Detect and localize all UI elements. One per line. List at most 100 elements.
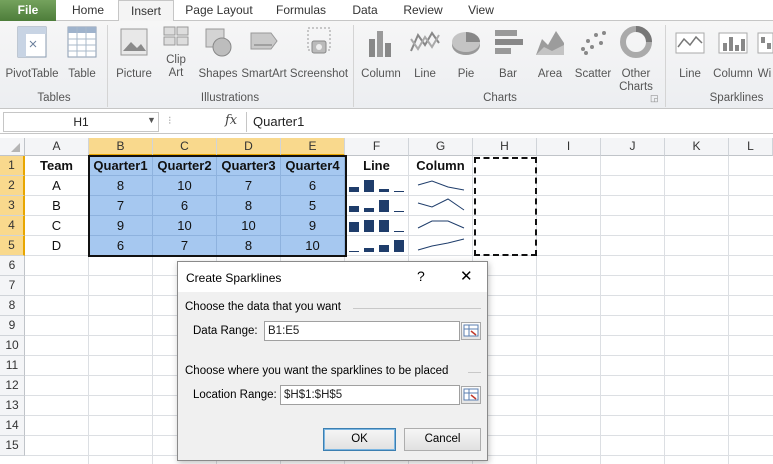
- location-range-input[interactable]: $H$1:$H$5: [280, 385, 460, 405]
- cell-c3[interactable]: 6: [153, 196, 217, 216]
- cell-d3[interactable]: 8: [217, 196, 281, 216]
- cell-e1[interactable]: Quarter4: [281, 156, 345, 176]
- column-header-i[interactable]: I: [537, 138, 601, 156]
- other-charts-icon: [616, 25, 656, 65]
- tab-formulas[interactable]: Formulas: [267, 0, 335, 21]
- column-header-e[interactable]: E: [281, 138, 345, 156]
- help-button[interactable]: ?: [417, 268, 425, 284]
- cell-e2[interactable]: 6: [281, 176, 345, 196]
- name-box[interactable]: H1: [3, 112, 159, 132]
- line-chart-icon: [405, 25, 445, 65]
- cell-e4[interactable]: 9: [281, 216, 345, 236]
- cell-a2[interactable]: A: [25, 176, 89, 196]
- cell-a3[interactable]: B: [25, 196, 89, 216]
- row-header-2[interactable]: 2: [0, 176, 25, 196]
- table-button[interactable]: Table: [62, 25, 102, 81]
- row-header-4[interactable]: 4: [0, 216, 25, 236]
- cell-b1[interactable]: Quarter1: [89, 156, 153, 176]
- column-header-l[interactable]: L: [729, 138, 773, 156]
- cell-c5[interactable]: 7: [153, 236, 217, 256]
- sparkline-bar: [349, 251, 359, 252]
- column-header-d[interactable]: D: [217, 138, 281, 156]
- row-header-6[interactable]: 6: [0, 256, 25, 276]
- formula-input[interactable]: Quarter1: [246, 112, 771, 132]
- cell-c1[interactable]: Quarter2: [153, 156, 217, 176]
- sparkline-column-button[interactable]: Column: [711, 25, 755, 81]
- column-header-g[interactable]: G: [409, 138, 473, 156]
- cell-g1[interactable]: Column: [409, 156, 473, 176]
- cancel-button[interactable]: Cancel: [404, 428, 481, 451]
- data-range-input[interactable]: B1:E5: [264, 321, 460, 341]
- row-header-5[interactable]: 5: [0, 236, 25, 256]
- line-chart-button[interactable]: Line: [405, 25, 445, 81]
- tab-home[interactable]: Home: [60, 0, 116, 21]
- scatter-chart-button[interactable]: Scatter: [570, 25, 616, 81]
- row-header-7[interactable]: 7: [0, 276, 25, 296]
- row-header-14[interactable]: 14: [0, 416, 25, 436]
- chevron-down-icon[interactable]: ▼: [147, 115, 156, 125]
- row-header-10[interactable]: 10: [0, 336, 25, 356]
- clipart-button[interactable]: Clip Art: [158, 25, 194, 80]
- group-separator: [107, 25, 108, 107]
- line-chart-label: Line: [414, 68, 436, 80]
- bar-chart-button[interactable]: Bar: [488, 25, 528, 81]
- cell-b5[interactable]: 6: [89, 236, 153, 256]
- cell-d5[interactable]: 8: [217, 236, 281, 256]
- sparkline-line-button[interactable]: Line: [670, 25, 710, 81]
- cell-b3[interactable]: 7: [89, 196, 153, 216]
- insert-function-button[interactable]: fx: [225, 113, 237, 128]
- row-header-11[interactable]: 11: [0, 356, 25, 376]
- screenshot-button[interactable]: Screenshot: [288, 25, 350, 81]
- other-charts-button[interactable]: Other Charts: [616, 25, 656, 94]
- tab-page-layout[interactable]: Page Layout: [177, 0, 261, 21]
- cell-e5[interactable]: 10: [281, 236, 345, 256]
- cell-a5[interactable]: D: [25, 236, 89, 256]
- sparkline-winloss-button[interactable]: Wi: [756, 25, 773, 81]
- row-header-9[interactable]: 9: [0, 316, 25, 336]
- cell-f1[interactable]: Line: [345, 156, 409, 176]
- cell-b4[interactable]: 9: [89, 216, 153, 236]
- column-header-c[interactable]: C: [153, 138, 217, 156]
- close-icon[interactable]: ✕: [460, 267, 473, 285]
- column-header-b[interactable]: B: [89, 138, 153, 156]
- cell-c2[interactable]: 10: [153, 176, 217, 196]
- row-header-8[interactable]: 8: [0, 296, 25, 316]
- area-chart-button[interactable]: Area: [530, 25, 570, 81]
- shapes-button[interactable]: Shapes: [196, 25, 240, 81]
- cell-e3[interactable]: 5: [281, 196, 345, 216]
- ok-button[interactable]: OK: [323, 428, 396, 451]
- column-header-k[interactable]: K: [665, 138, 729, 156]
- tab-file[interactable]: File: [0, 0, 56, 21]
- row-header-13[interactable]: 13: [0, 396, 25, 416]
- row-header-12[interactable]: 12: [0, 376, 25, 396]
- tab-view[interactable]: View: [456, 0, 506, 21]
- column-header-f[interactable]: F: [345, 138, 409, 156]
- row-header-1[interactable]: 1: [0, 156, 25, 176]
- tab-insert[interactable]: Insert: [118, 0, 174, 22]
- cell-a4[interactable]: C: [25, 216, 89, 236]
- cell-d4[interactable]: 10: [217, 216, 281, 236]
- pie-chart-button[interactable]: Pie: [446, 25, 486, 81]
- column-chart-button[interactable]: Column: [357, 25, 405, 81]
- location-range-collapse-button[interactable]: [461, 386, 481, 404]
- charts-dialog-launcher-icon[interactable]: ◲: [650, 93, 659, 104]
- cell-d2[interactable]: 7: [217, 176, 281, 196]
- tab-review[interactable]: Review: [393, 0, 453, 21]
- picture-button[interactable]: Picture: [112, 25, 156, 81]
- data-range-collapse-button[interactable]: [461, 322, 481, 340]
- sparkline-winloss-icon: [756, 25, 773, 65]
- row-header-15[interactable]: 15: [0, 436, 25, 456]
- row-header-3[interactable]: 3: [0, 196, 25, 216]
- pivottable-button[interactable]: PivotTable: [4, 25, 60, 81]
- select-all-corner[interactable]: [0, 138, 25, 156]
- cell-d1[interactable]: Quarter3: [217, 156, 281, 176]
- column-header-h[interactable]: H: [473, 138, 537, 156]
- tab-data[interactable]: Data: [340, 0, 390, 21]
- smartart-button[interactable]: SmartArt: [240, 25, 288, 81]
- column-header-j[interactable]: J: [601, 138, 665, 156]
- cell-c4[interactable]: 10: [153, 216, 217, 236]
- column-header-a[interactable]: A: [25, 138, 89, 156]
- cell-a1[interactable]: Team: [25, 156, 89, 176]
- range-select-icon: [463, 388, 479, 401]
- cell-b2[interactable]: 8: [89, 176, 153, 196]
